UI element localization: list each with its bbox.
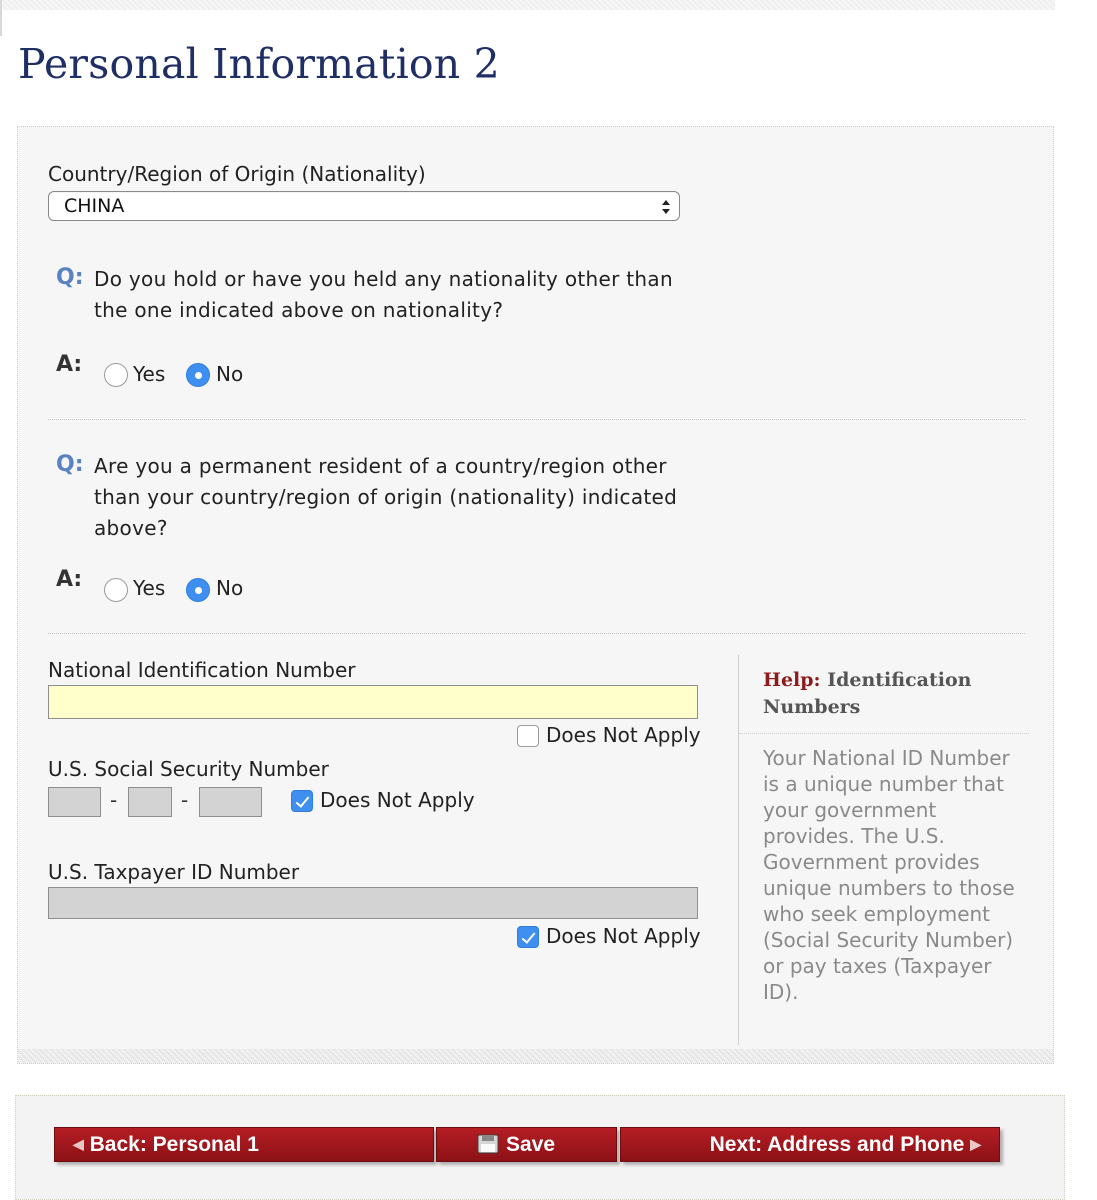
form-panel: Country/Region of Origin (Nationality) C… — [17, 126, 1054, 1064]
permanent-resident-no-label: No — [216, 576, 244, 600]
floppy-disk-icon — [477, 1134, 499, 1154]
help-text: Your National ID Number is a unique numb… — [763, 746, 1015, 1004]
next-arrow-icon: ▶ — [970, 1136, 981, 1152]
national-id-does-not-apply-label: Does Not Apply — [546, 723, 701, 747]
select-arrows-icon — [662, 200, 670, 214]
next-button[interactable]: Next: Address and Phone ▶ — [620, 1127, 1000, 1162]
permanent-resident-question: Are you a permanent resident of a countr… — [94, 454, 678, 540]
back-arrow-icon: ◀ — [73, 1136, 84, 1152]
section-divider — [48, 419, 1025, 420]
section-divider — [48, 633, 1025, 634]
other-nationality-question: Do you hold or have you held any nationa… — [94, 267, 673, 322]
nationality-selected-value: CHINA — [64, 195, 125, 217]
taxpayer-id-does-not-apply-checkbox[interactable] — [517, 926, 539, 948]
other-nationality-no-radio[interactable] — [186, 363, 210, 387]
panel-bottom-border — [18, 1049, 1053, 1063]
ssn-part3-input[interactable] — [199, 787, 262, 817]
question-marker: Q: — [56, 265, 84, 290]
national-id-label: National Identification Number — [48, 658, 356, 682]
ssn-does-not-apply-label: Does Not Apply — [320, 788, 475, 812]
taxpayer-id-does-not-apply-label: Does Not Apply — [546, 924, 701, 948]
page-title: Personal Information 2 — [18, 40, 500, 88]
ssn-label: U.S. Social Security Number — [48, 757, 329, 781]
ssn-separator: - — [181, 788, 189, 812]
other-nationality-no-label: No — [216, 362, 244, 386]
permanent-resident-no-radio[interactable] — [186, 578, 210, 602]
answer-marker: A: — [56, 352, 83, 377]
answer-marker: A: — [56, 567, 83, 592]
question-marker: Q: — [56, 452, 84, 477]
ssn-part1-input[interactable] — [48, 787, 101, 817]
save-button[interactable]: Save — [436, 1127, 617, 1162]
national-id-input[interactable] — [48, 685, 698, 719]
nationality-select[interactable]: CHINA — [48, 191, 680, 221]
national-id-does-not-apply-checkbox[interactable] — [517, 725, 539, 747]
ssn-does-not-apply-checkbox[interactable] — [291, 790, 313, 812]
top-border-strip — [0, 0, 1055, 10]
next-button-label: Next: Address and Phone — [709, 1133, 965, 1156]
left-edge-line — [0, 0, 2, 36]
other-nationality-yes-radio[interactable] — [104, 363, 128, 387]
ssn-part2-input[interactable] — [128, 787, 172, 817]
save-button-label: Save — [506, 1133, 556, 1156]
permanent-resident-yes-label: Yes — [133, 576, 166, 600]
back-button[interactable]: ◀ Back: Personal 1 — [54, 1127, 434, 1162]
help-key: Help: — [763, 669, 821, 691]
taxpayer-id-label: U.S. Taxpayer ID Number — [48, 860, 300, 884]
help-divider — [739, 733, 1029, 734]
nationality-label: Country/Region of Origin (Nationality) — [48, 162, 426, 186]
ssn-separator: - — [110, 788, 118, 812]
other-nationality-yes-label: Yes — [133, 362, 166, 386]
help-sidebar: Help: Identification Numbers Your Nation… — [738, 655, 1029, 1045]
back-button-label: Back: Personal 1 — [89, 1133, 259, 1156]
help-title: Help: Identification Numbers — [763, 667, 983, 721]
permanent-resident-yes-radio[interactable] — [104, 578, 128, 602]
taxpayer-id-input[interactable] — [48, 887, 698, 919]
